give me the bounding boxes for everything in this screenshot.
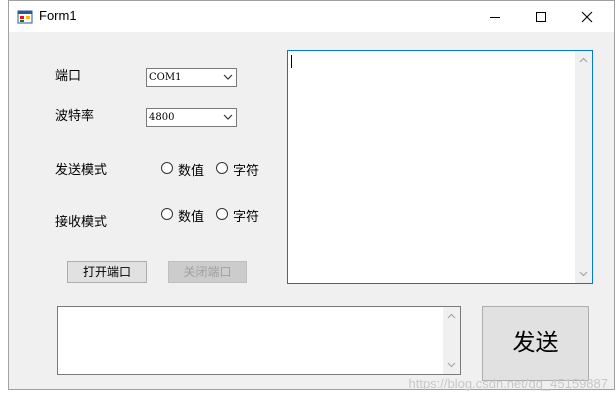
close-button[interactable]: [564, 1, 610, 32]
chevron-down-icon: [223, 114, 233, 120]
baud-rate-combobox[interactable]: 4800: [146, 108, 237, 127]
send-mode-numeric-radio[interactable]: [161, 162, 173, 174]
scroll-down-icon[interactable]: [447, 362, 456, 368]
send-mode-label: 发送模式: [55, 163, 108, 178]
send-mode-char-label[interactable]: 字符: [233, 160, 259, 179]
baud-rate-value: 4800: [149, 112, 175, 123]
receive-mode-label: 接收模式: [55, 215, 108, 230]
port-label: 端口: [55, 69, 82, 84]
watermark-text: https://blog.csdn.net/qq_45159887: [408, 376, 609, 391]
port-value: COM1: [149, 72, 182, 83]
maximize-button[interactable]: [518, 1, 564, 32]
scroll-up-icon[interactable]: [447, 313, 456, 319]
port-combobox[interactable]: COM1: [146, 68, 237, 87]
receive-mode-numeric-radio[interactable]: [161, 208, 173, 220]
app-icon: [17, 10, 33, 24]
receive-mode-char-label[interactable]: 字符: [233, 206, 259, 225]
chevron-down-icon: [223, 74, 233, 80]
scroll-down-icon[interactable]: [579, 271, 588, 277]
minimize-button[interactable]: [472, 1, 518, 32]
baud-rate-label: 波特率: [55, 109, 95, 124]
window-title: Form1: [39, 8, 77, 23]
send-scrollbar[interactable]: [443, 307, 460, 374]
text-caret: [291, 55, 292, 68]
maximize-icon: [536, 11, 546, 22]
minimize-icon: [490, 16, 500, 18]
close-icon: [581, 11, 593, 22]
close-port-button[interactable]: 关闭端口: [168, 261, 247, 283]
send-textbox[interactable]: [57, 306, 461, 375]
receive-scrollbar[interactable]: [575, 51, 592, 283]
send-button[interactable]: 发送: [482, 306, 589, 381]
form1-window: Form1 端口 COM1 波特率 4800 发送模式 数值 字符 接收模式 数…: [8, 0, 615, 390]
scroll-up-icon[interactable]: [579, 57, 588, 63]
receive-mode-numeric-label[interactable]: 数值: [178, 206, 204, 225]
title-bar[interactable]: Form1: [9, 1, 614, 32]
open-port-button[interactable]: 打开端口: [67, 261, 147, 283]
receive-mode-char-radio[interactable]: [216, 208, 228, 220]
receive-textbox[interactable]: [287, 50, 593, 284]
send-mode-char-radio[interactable]: [216, 162, 228, 174]
send-mode-numeric-label[interactable]: 数值: [178, 160, 204, 179]
